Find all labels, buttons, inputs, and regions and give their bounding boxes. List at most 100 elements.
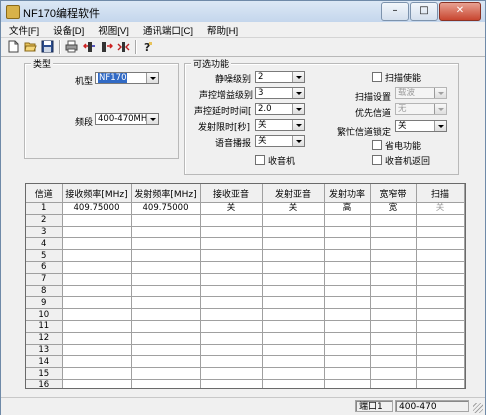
minimize-button[interactable]: – bbox=[381, 2, 409, 21]
column-header-tx-tone[interactable]: 发射亚音 bbox=[262, 184, 325, 203]
table-row[interactable]: 15 bbox=[26, 367, 465, 380]
table-row[interactable]: 16 bbox=[26, 379, 465, 388]
table-cell[interactable] bbox=[62, 355, 132, 369]
table-cell[interactable] bbox=[200, 226, 263, 239]
table-cell[interactable] bbox=[262, 249, 325, 262]
table-cell[interactable] bbox=[324, 296, 371, 310]
column-header-rx-tone[interactable]: 接收亚音 bbox=[200, 184, 263, 203]
channel-table[interactable]: 信道 接收频率[MHz] 发射频率[MHz] 接收亚音 发射亚音 发射功率 宽窄… bbox=[25, 183, 466, 389]
table-cell[interactable] bbox=[370, 367, 417, 380]
table-cell[interactable] bbox=[324, 308, 371, 321]
column-header-scan[interactable]: 扫描 bbox=[416, 184, 465, 203]
table-cell[interactable] bbox=[262, 261, 325, 274]
table-cell[interactable]: 409.75000 bbox=[131, 202, 201, 215]
voice-select[interactable]: 关 bbox=[255, 135, 305, 147]
table-cell[interactable] bbox=[131, 273, 201, 286]
table-row[interactable]: 2 bbox=[26, 214, 465, 227]
chevron-down-icon[interactable] bbox=[434, 104, 446, 114]
table-cell[interactable] bbox=[416, 285, 465, 298]
table-cell[interactable]: 关 bbox=[416, 202, 465, 215]
table-cell[interactable] bbox=[324, 214, 371, 227]
new-file-icon[interactable] bbox=[5, 39, 22, 54]
table-cell[interactable] bbox=[200, 261, 263, 274]
tx-limit-select[interactable]: 关 bbox=[255, 119, 305, 131]
column-header-tx-power[interactable]: 发射功率 bbox=[324, 184, 371, 203]
table-cell[interactable] bbox=[324, 226, 371, 239]
table-cell[interactable] bbox=[262, 237, 325, 251]
chevron-down-icon[interactable] bbox=[146, 114, 158, 124]
chevron-down-icon[interactable] bbox=[434, 121, 446, 131]
table-cell[interactable] bbox=[62, 320, 132, 333]
table-cell[interactable] bbox=[62, 285, 132, 298]
table-cell[interactable] bbox=[370, 237, 417, 251]
column-header-tx-freq[interactable]: 发射频率[MHz] bbox=[131, 184, 201, 203]
table-cell[interactable] bbox=[262, 332, 325, 345]
table-cell[interactable] bbox=[262, 320, 325, 333]
table-row[interactable]: 9 bbox=[26, 296, 465, 310]
table-cell[interactable] bbox=[416, 367, 465, 380]
table-cell[interactable] bbox=[416, 249, 465, 262]
menu-help[interactable]: 帮助[H] bbox=[199, 22, 244, 37]
column-header-bandwidth[interactable]: 宽窄带 bbox=[370, 184, 417, 203]
table-cell[interactable] bbox=[62, 379, 132, 388]
table-row[interactable]: 3 bbox=[26, 226, 465, 239]
table-cell[interactable] bbox=[262, 226, 325, 239]
table-cell[interactable]: 宽 bbox=[370, 202, 417, 215]
table-cell[interactable] bbox=[131, 332, 201, 345]
table-cell[interactable] bbox=[262, 273, 325, 286]
table-cell[interactable] bbox=[416, 308, 465, 321]
table-cell[interactable] bbox=[416, 226, 465, 239]
table-cell[interactable] bbox=[200, 296, 263, 310]
read-radio-icon[interactable] bbox=[81, 39, 98, 54]
table-cell[interactable] bbox=[324, 367, 371, 380]
table-cell[interactable] bbox=[324, 332, 371, 345]
table-cell[interactable] bbox=[200, 344, 263, 357]
table-cell[interactable] bbox=[62, 214, 132, 227]
table-cell[interactable] bbox=[131, 344, 201, 357]
priority-select[interactable]: 无 bbox=[395, 103, 447, 115]
table-cell[interactable] bbox=[416, 344, 465, 357]
table-cell[interactable] bbox=[324, 261, 371, 274]
table-cell[interactable] bbox=[131, 308, 201, 321]
table-cell[interactable] bbox=[262, 214, 325, 227]
table-cell[interactable] bbox=[370, 249, 417, 262]
table-cell[interactable] bbox=[324, 344, 371, 357]
table-cell[interactable] bbox=[200, 285, 263, 298]
scan-setting-select[interactable]: 载波 bbox=[395, 87, 447, 99]
radio-checkbox[interactable] bbox=[255, 155, 265, 165]
table-cell[interactable] bbox=[416, 320, 465, 333]
vox-gain-select[interactable]: 3 bbox=[255, 87, 305, 99]
table-cell[interactable] bbox=[200, 237, 263, 251]
table-cell[interactable] bbox=[262, 296, 325, 310]
table-row[interactable]: 7 bbox=[26, 273, 465, 286]
table-cell[interactable] bbox=[200, 320, 263, 333]
table-row[interactable]: 8 bbox=[26, 285, 465, 298]
menu-port[interactable]: 通讯端口[C] bbox=[135, 22, 199, 37]
menu-file[interactable]: 文件[F] bbox=[1, 22, 45, 37]
chevron-down-icon[interactable] bbox=[292, 88, 304, 98]
table-cell[interactable] bbox=[200, 367, 263, 380]
help-icon[interactable]: ? bbox=[139, 39, 156, 54]
table-row[interactable]: 14 bbox=[26, 355, 465, 369]
table-cell[interactable] bbox=[416, 332, 465, 345]
table-cell[interactable] bbox=[62, 237, 132, 251]
table-cell[interactable] bbox=[370, 214, 417, 227]
table-cell[interactable] bbox=[200, 308, 263, 321]
table-cell[interactable] bbox=[262, 344, 325, 357]
table-cell[interactable]: 关 bbox=[262, 202, 325, 215]
menu-view[interactable]: 视图[V] bbox=[90, 22, 135, 37]
table-cell[interactable] bbox=[324, 249, 371, 262]
table-cell[interactable] bbox=[370, 261, 417, 274]
squelch-select[interactable]: 2 bbox=[255, 71, 305, 83]
table-cell[interactable] bbox=[131, 355, 201, 369]
table-cell[interactable] bbox=[370, 226, 417, 239]
table-cell[interactable] bbox=[324, 355, 371, 369]
table-row[interactable]: 6 bbox=[26, 261, 465, 274]
table-cell[interactable] bbox=[62, 344, 132, 357]
table-cell[interactable] bbox=[62, 332, 132, 345]
table-cell[interactable] bbox=[416, 237, 465, 251]
table-cell[interactable] bbox=[200, 273, 263, 286]
table-row[interactable]: 12 bbox=[26, 332, 465, 345]
table-cell[interactable] bbox=[62, 249, 132, 262]
band-select[interactable]: 400-470MHz bbox=[95, 113, 159, 125]
